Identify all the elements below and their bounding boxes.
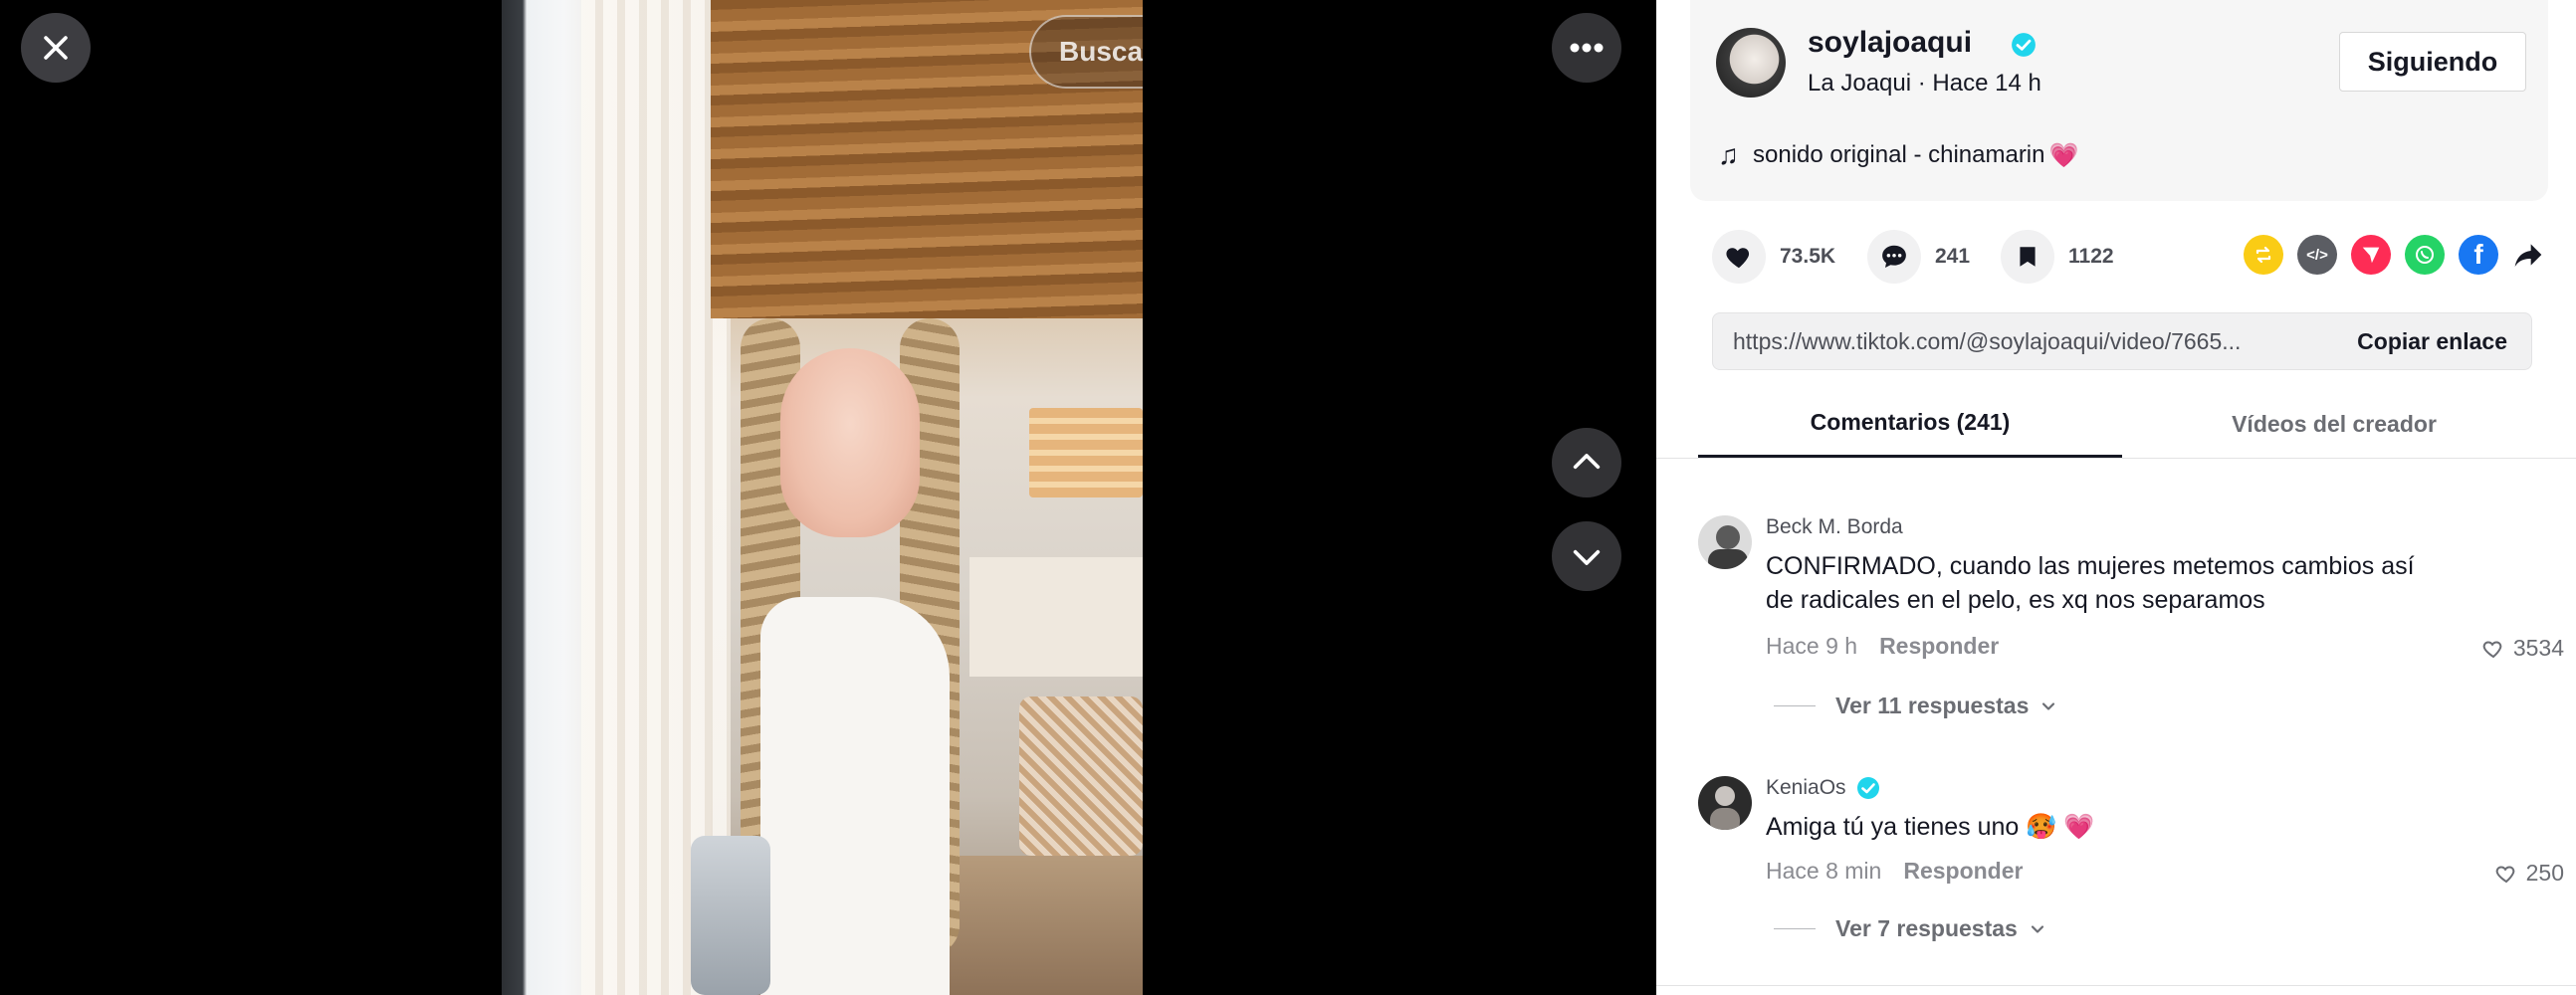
repost-arrows-icon	[2255, 246, 2271, 264]
avatar-image	[1698, 776, 1752, 830]
comment-meta: Hace 8 min Responder	[1766, 858, 2023, 885]
panel-tabs: Comentarios (241) Vídeos del creador	[1656, 390, 2576, 459]
view-replies-label: Ver 11 respuestas	[1835, 693, 2030, 718]
copy-link-button[interactable]: Copiar enlace	[2333, 328, 2531, 355]
view-replies-button[interactable]: Ver 11 respuestas	[1774, 693, 2058, 719]
video-player[interactable]	[502, 0, 1143, 995]
reply-button[interactable]: Responder	[1903, 858, 2023, 885]
close-icon	[44, 36, 68, 60]
comment-username-row: KeniaOs	[1766, 776, 1880, 800]
embed-icon[interactable]: </>	[2297, 235, 2337, 275]
actions-row: 73.5K 241 1122 </> f	[1712, 229, 2558, 285]
share-link-url[interactable]: https://www.tiktok.com/@soylajoaqui/vide…	[1713, 328, 2333, 355]
author-username[interactable]: soylajoaqui	[1808, 26, 1972, 60]
heart-outline-icon	[2495, 865, 2514, 883]
author-card: soylajoaqui La Joaqui · Hace 14 h Siguie…	[1690, 0, 2548, 201]
repost-icon[interactable]	[2244, 235, 2283, 275]
close-button[interactable]	[21, 13, 91, 83]
comment-username[interactable]: Beck M. Borda	[1766, 515, 1903, 539]
comment-count: 241	[1935, 245, 1971, 268]
save-button[interactable]	[2001, 230, 2054, 284]
comment-avatar[interactable]	[1698, 515, 1752, 569]
send-icon[interactable]	[2351, 235, 2391, 275]
video-pane	[0, 0, 1656, 995]
search-input[interactable]	[1031, 16, 1143, 88]
chevron-down-icon	[1573, 549, 1601, 565]
comment-like-count: 250	[2525, 860, 2564, 886]
chevron-down-icon	[2042, 701, 2055, 710]
video-scene-lamp	[1029, 408, 1143, 498]
like-count: 73.5K	[1780, 245, 1836, 268]
replies-divider-line	[1774, 705, 1816, 706]
comment-username[interactable]: KeniaOs	[1766, 776, 1846, 800]
music-link[interactable]: ♫ sonido original - chinamarin 💗	[1718, 139, 2078, 171]
view-replies-label: Ver 7 respuestas	[1835, 915, 2018, 941]
verified-badge-icon	[1856, 777, 1879, 799]
music-title: sonido original - chinamarin	[1753, 141, 2045, 168]
reply-button[interactable]: Responder	[1879, 633, 1999, 660]
like-button[interactable]	[1712, 230, 1766, 284]
facebook-icon[interactable]: f	[2459, 235, 2498, 275]
more-options-button[interactable]	[1552, 13, 1621, 83]
related-search-box	[1029, 15, 1143, 89]
chevron-down-icon	[2031, 924, 2043, 933]
subject-dress	[760, 597, 950, 995]
music-note-icon: ♫	[1718, 139, 1739, 170]
video-scene-chair	[1019, 696, 1143, 856]
subject-face	[780, 348, 920, 537]
heart-outline-icon	[2482, 640, 2502, 658]
comment-stat: 241	[1867, 229, 1970, 285]
share-link-box: https://www.tiktok.com/@soylajoaqui/vide…	[1712, 312, 2532, 370]
comment-time: Hace 8 min	[1766, 858, 1882, 884]
comment-username-row: Beck M. Borda	[1766, 515, 1903, 539]
music-heart-emoji: 💗	[2048, 141, 2079, 169]
comments-divider	[1656, 985, 2576, 986]
comment-text: CONFIRMADO, cuando las mujeres metemos c…	[1766, 552, 2415, 614]
whatsapp-phone-icon	[2416, 246, 2434, 264]
avatar-image	[1698, 515, 1752, 569]
comment-avatar[interactable]	[1698, 776, 1752, 830]
view-replies-button[interactable]: Ver 7 respuestas	[1774, 915, 2047, 942]
comment-like-count: 3534	[2512, 635, 2564, 661]
comment-button[interactable]	[1867, 230, 1921, 284]
comment-meta: Hace 9 h Responder	[1766, 633, 1999, 660]
chevron-up-icon	[1573, 454, 1601, 470]
next-video-button[interactable]	[1552, 521, 1621, 591]
share-arrow-icon	[2514, 244, 2542, 267]
post-time: Hace 14 h	[1932, 70, 2041, 97]
share-icon[interactable]	[2508, 235, 2548, 275]
send-arrow-icon	[2362, 247, 2380, 264]
details-panel: soylajoaqui La Joaqui · Hace 14 h Siguie…	[1656, 0, 2576, 995]
more-horizontal-icon	[1570, 43, 1604, 53]
comment-like-button[interactable]: 250	[2494, 860, 2564, 887]
author-meta: La Joaqui · Hace 14 h	[1808, 70, 2041, 98]
replies-divider-line	[1774, 928, 1816, 929]
like-stat: 73.5K	[1712, 229, 1835, 285]
tab-creator-videos[interactable]: Vídeos del creador	[2122, 390, 2546, 458]
comment-item: KeniaOs Amiga tú ya tienes uno 🥵 💗 Hace …	[1698, 776, 2564, 955]
video-subject	[691, 298, 999, 995]
previous-video-button[interactable]	[1552, 428, 1621, 498]
author-avatar[interactable]	[1716, 28, 1786, 98]
heart-icon	[1726, 248, 1750, 269]
tab-comments[interactable]: Comentarios (241)	[1698, 390, 2122, 458]
save-stat: 1122	[2001, 229, 2114, 285]
comment-icon	[1882, 245, 1906, 268]
comment-item: Beck M. Borda CONFIRMADO, cuando las muj…	[1698, 515, 2564, 734]
subject-bag	[691, 836, 770, 995]
following-button[interactable]: Siguiendo	[2339, 32, 2526, 92]
author-display-name: La Joaqui	[1808, 70, 1912, 97]
comment-time: Hace 9 h	[1766, 633, 1858, 659]
meta-separator: ·	[1911, 70, 1933, 97]
comment-text: Amiga tú ya tienes uno 🥵 💗	[1766, 813, 2095, 841]
whatsapp-icon[interactable]	[2405, 235, 2445, 275]
verified-badge-icon	[2012, 33, 2036, 57]
bookmark-icon	[2020, 247, 2036, 267]
save-count: 1122	[2068, 245, 2114, 268]
comment-like-button[interactable]: 3534	[2481, 635, 2564, 662]
